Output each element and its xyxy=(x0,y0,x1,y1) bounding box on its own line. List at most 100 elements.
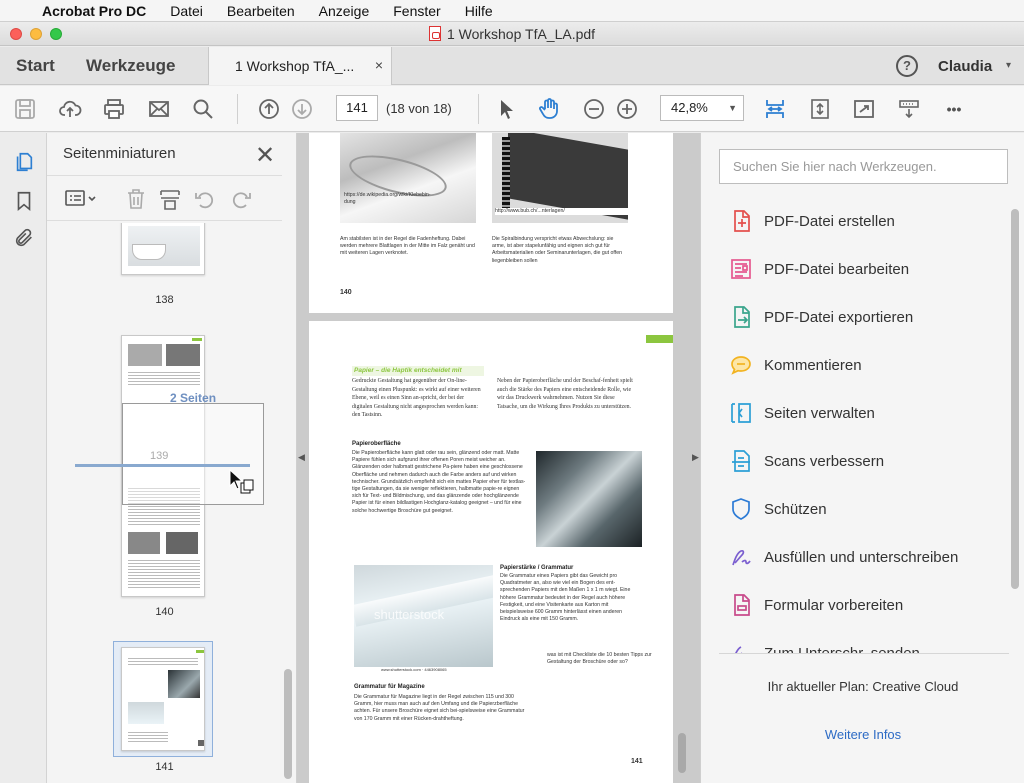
section-headline: Papier – die Haptik entscheidet mit xyxy=(354,367,462,374)
tools-panel: Suchen Sie hier nach Werkzeugen. PDF-Dat… xyxy=(700,133,1024,783)
pdf-file-icon xyxy=(428,26,441,41)
tab-start[interactable]: Start xyxy=(16,56,55,76)
text-column-left: Am stabilsten ist in der Regel die Faden… xyxy=(340,236,475,257)
tool-comment[interactable]: Kommentieren xyxy=(701,345,1011,385)
thumbnail-label: 141 xyxy=(155,761,174,773)
paper-stack-photo: shutterstock xyxy=(354,565,493,667)
select-cursor-icon[interactable] xyxy=(494,96,520,122)
menu-datei[interactable]: Datei xyxy=(158,3,215,19)
book-binding-photo xyxy=(340,133,476,223)
tool-send-for-signature[interactable]: Zum Unterschr. senden xyxy=(701,633,1011,653)
tool-export-pdf[interactable]: PDF-Datei exportieren xyxy=(701,297,1011,337)
rotate-right-icon[interactable] xyxy=(229,187,253,211)
image-url-right: http://www.bub.ch/...nterlagen/ xyxy=(495,208,635,216)
menu-bearbeiten[interactable]: Bearbeiten xyxy=(215,3,307,19)
zoom-value: 42,8% xyxy=(671,100,708,115)
tool-list: PDF-Datei erstellen PDF-Datei bearbeiten… xyxy=(701,199,1011,653)
rotate-left-icon[interactable] xyxy=(193,187,217,211)
full-screen-icon[interactable] xyxy=(851,96,877,122)
search-icon[interactable] xyxy=(190,96,216,122)
tool-edit-pdf[interactable]: PDF-Datei bearbeiten xyxy=(701,249,1011,289)
previous-page-icon[interactable] xyxy=(256,96,282,122)
close-tab-icon[interactable]: × xyxy=(375,57,383,73)
minimize-window-button[interactable] xyxy=(30,28,42,40)
menu-hilfe[interactable]: Hilfe xyxy=(453,3,505,19)
tool-enhance-scans[interactable]: Scans verbessern xyxy=(701,441,1011,481)
tab-bar: Start Werkzeuge 1 Workshop TfA_... × ? C… xyxy=(0,47,1024,85)
window-controls xyxy=(10,28,62,40)
attachment-icon[interactable] xyxy=(13,227,35,249)
thumbnails-scrollbar[interactable] xyxy=(284,229,292,781)
tool-label: Seiten verwalten xyxy=(764,404,875,422)
read-mode-icon[interactable] xyxy=(896,96,922,122)
close-panel-icon[interactable]: ✕ xyxy=(255,141,275,170)
thumbnail-page-138[interactable] xyxy=(121,223,205,275)
left-navigation-rail xyxy=(0,133,47,783)
drop-indicator xyxy=(75,464,250,467)
tool-organize-pages[interactable]: Seiten verwalten xyxy=(701,393,1011,433)
tool-fill-sign[interactable]: Ausfüllen und unterschreiben xyxy=(701,537,1011,577)
insert-pages-icon[interactable] xyxy=(159,187,181,211)
menu-bar: Acrobat Pro DC Datei Bearbeiten Anzeige … xyxy=(0,0,1024,22)
export-pdf-icon xyxy=(734,306,750,328)
tool-label: PDF-Datei erstellen xyxy=(764,212,895,230)
menu-anzeige[interactable]: Anzeige xyxy=(307,3,382,19)
tools-scrollbar[interactable] xyxy=(1011,199,1019,653)
more-tools-icon[interactable]: ••• xyxy=(941,96,967,122)
document-scrollbar[interactable] xyxy=(678,138,686,778)
tool-protect[interactable]: Schützen xyxy=(701,489,1011,529)
divider xyxy=(719,653,1009,654)
next-page-icon[interactable] xyxy=(289,96,315,122)
chevron-down-icon[interactable]: ▾ xyxy=(1006,60,1011,71)
page-thumbnails-icon[interactable] xyxy=(13,151,35,173)
menu-fenster[interactable]: Fenster xyxy=(381,3,452,19)
zoom-in-icon[interactable] xyxy=(614,96,640,122)
hand-tool-icon[interactable] xyxy=(536,96,562,122)
paper-edges-photo xyxy=(536,451,642,547)
save-icon[interactable] xyxy=(12,96,38,122)
pdf-page-140: https://de.wikipedia.org/wiki/Klebebin- … xyxy=(309,133,673,313)
close-window-button[interactable] xyxy=(10,28,22,40)
fit-width-icon[interactable] xyxy=(762,96,788,122)
intro-left: Gedruckte Gestaltung hat gegenüber der O… xyxy=(352,378,481,419)
body-grammage: Die Grammatur eines Papiers gibt das Gew… xyxy=(500,573,631,623)
organize-pages-icon xyxy=(731,403,751,423)
tool-search-input[interactable]: Suchen Sie hier nach Werkzeugen. xyxy=(719,149,1008,184)
tool-create-pdf[interactable]: PDF-Datei erstellen xyxy=(701,201,1011,241)
print-icon[interactable] xyxy=(101,96,127,122)
send-for-signature-icon xyxy=(735,646,743,653)
cloud-upload-icon[interactable] xyxy=(57,96,83,122)
fill-sign-icon xyxy=(732,549,751,566)
tab-werkzeuge[interactable]: Werkzeuge xyxy=(86,56,175,76)
fit-page-icon[interactable] xyxy=(807,96,833,122)
photo-caption: www.shutterstock.com · 4463908065 xyxy=(381,667,447,672)
delete-page-icon[interactable] xyxy=(125,187,147,211)
window-titlebar: 1 Workshop TfA_LA.pdf xyxy=(0,22,1024,46)
zoom-dropdown[interactable]: 42,8% ▼ xyxy=(660,95,744,121)
zoom-out-icon[interactable] xyxy=(581,96,607,122)
tool-label: Ausfüllen und unterschreiben xyxy=(764,548,959,566)
thumbnail-page-141[interactable] xyxy=(121,647,205,751)
help-icon[interactable]: ? xyxy=(896,55,918,77)
page-number-input[interactable]: 141 xyxy=(336,95,378,121)
toolbar-divider xyxy=(237,94,238,124)
zoom-window-button[interactable] xyxy=(50,28,62,40)
user-menu[interactable]: Claudia xyxy=(938,58,992,75)
thumbnail-label: 140 xyxy=(155,606,174,618)
green-accent-bar xyxy=(646,335,673,343)
tool-prepare-form[interactable]: Formular vorbereiten xyxy=(701,585,1011,625)
menu-app-name[interactable]: Acrobat Pro DC xyxy=(38,3,158,19)
scrollbar-thumb[interactable] xyxy=(284,669,292,779)
collapse-right-panel-icon[interactable]: ▶ xyxy=(692,452,699,463)
bookmark-icon[interactable] xyxy=(13,190,35,212)
scrollbar-thumb[interactable] xyxy=(678,733,686,773)
chevron-down-icon: ▼ xyxy=(728,103,737,113)
collapse-left-panel-icon[interactable]: ◀ xyxy=(298,452,305,463)
scrollbar-thumb[interactable] xyxy=(1011,209,1019,589)
more-info-link[interactable]: Weitere Infos xyxy=(701,727,1024,742)
panel-title: Seitenminiaturen xyxy=(63,145,176,162)
mail-icon[interactable] xyxy=(146,96,172,122)
comment-icon xyxy=(731,356,751,375)
options-menu-icon[interactable] xyxy=(65,188,99,210)
tab-document[interactable]: 1 Workshop TfA_... × xyxy=(208,47,392,85)
